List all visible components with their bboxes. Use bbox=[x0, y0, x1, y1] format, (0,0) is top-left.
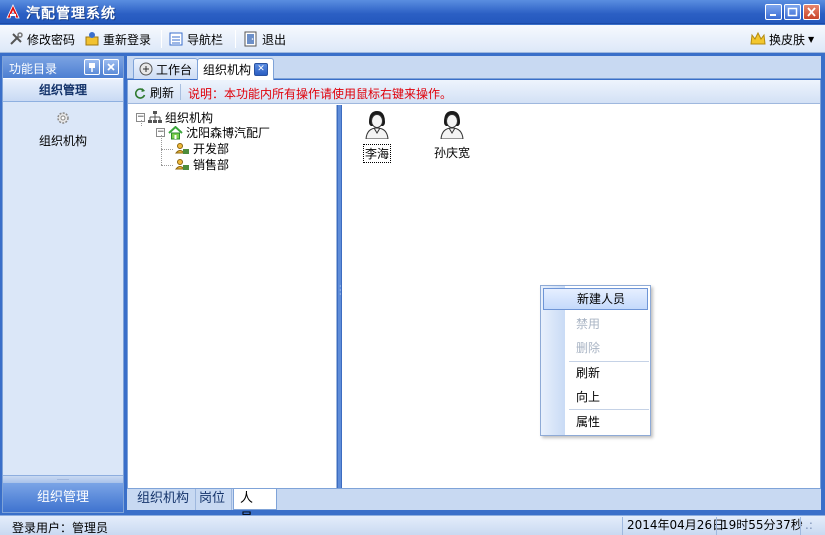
panel-resize-grip[interactable]: …… bbox=[3, 475, 123, 483]
exit-button[interactable]: 退出 bbox=[243, 29, 286, 49]
crown-icon bbox=[750, 31, 766, 45]
chevron-down-icon: ▼ bbox=[808, 34, 815, 44]
maximize-button[interactable] bbox=[784, 4, 801, 20]
tab-people[interactable]: 人员 bbox=[233, 489, 277, 526]
department-icon bbox=[175, 158, 189, 170]
tree-connector bbox=[141, 120, 142, 126]
bottom-tabs: 组织机构 岗位 人员 bbox=[127, 488, 821, 526]
toolbar-separator bbox=[235, 30, 236, 48]
tab-workbench[interactable]: 工作台 bbox=[133, 58, 199, 79]
menu-item-up[interactable]: 向上 bbox=[543, 386, 648, 408]
close-icon bbox=[107, 63, 115, 71]
minimize-icon bbox=[770, 14, 776, 16]
workbench-icon bbox=[139, 62, 153, 76]
person-item[interactable]: 孙庆宽 bbox=[428, 109, 476, 161]
navbar-button[interactable]: 导航栏 bbox=[168, 29, 223, 49]
tools-icon bbox=[10, 32, 23, 45]
app-logo-icon bbox=[6, 4, 20, 19]
window-title: 汽配管理系统 bbox=[26, 6, 116, 22]
department-icon bbox=[175, 142, 189, 154]
close-button[interactable] bbox=[803, 4, 820, 20]
org-structure-content: 刷新 说明：本功能内所有操作请使用鼠标右键来操作。 − 组织机构 − 沈阳森博汽… bbox=[127, 80, 821, 509]
maximize-icon bbox=[787, 7, 798, 17]
pin-icon bbox=[89, 63, 95, 72]
panel-close-button[interactable] bbox=[103, 59, 119, 75]
user-login-icon bbox=[85, 32, 99, 46]
refresh-button[interactable]: 刷新 bbox=[133, 84, 174, 101]
menu-item-new-person[interactable]: 新建人员 bbox=[543, 288, 648, 310]
tree-connector bbox=[161, 149, 173, 150]
sidebar-item-label: 组织机构 bbox=[38, 134, 87, 148]
sidebar-item-org-structure[interactable]: 组织机构 bbox=[3, 109, 123, 149]
pin-button[interactable] bbox=[84, 59, 100, 75]
person-avatar-icon bbox=[365, 111, 389, 140]
person-name: 李海 bbox=[362, 144, 391, 163]
document-tabs: 工作台 组织机构 ✕ bbox=[127, 56, 821, 80]
tab-close-icon[interactable]: ✕ bbox=[254, 63, 269, 76]
change-password-button[interactable]: 修改密码 bbox=[8, 29, 75, 49]
pane-splitter[interactable]: · · · bbox=[337, 105, 342, 488]
command-separator bbox=[180, 84, 181, 100]
status-time: 19时55分37秒 bbox=[716, 517, 807, 535]
org-tree: − 组织机构 − 沈阳森博汽配厂 开发部 销售部 bbox=[128, 105, 337, 488]
tree-connector bbox=[161, 165, 173, 166]
nav-group-org-management[interactable]: 组织管理 bbox=[3, 483, 123, 512]
tree-node-company[interactable]: − 沈阳森博汽配厂 bbox=[156, 124, 270, 141]
tab-org-structure[interactable]: 组织机构 ✕ bbox=[197, 58, 275, 80]
command-bar: 刷新 说明：本功能内所有操作请使用鼠标右键来操作。 bbox=[128, 80, 820, 104]
usage-note: 说明：本功能内所有操作请使用鼠标右键来操作。 bbox=[188, 87, 453, 101]
close-icon bbox=[807, 7, 816, 17]
status-date: 2014年04月26日 bbox=[622, 517, 728, 535]
context-menu: 新建人员 禁用 删除 刷新 向上 属性 bbox=[540, 285, 651, 436]
minimize-button[interactable] bbox=[765, 4, 782, 20]
gear-icon bbox=[57, 112, 69, 124]
function-directory-header: 功能目录 bbox=[3, 57, 123, 78]
menu-item-disable[interactable]: 禁用 bbox=[543, 313, 648, 335]
person-name: 孙庆宽 bbox=[433, 146, 470, 160]
person-item[interactable]: 李海 bbox=[357, 109, 397, 163]
splitter-grip: · · · bbox=[339, 282, 342, 299]
menu-separator bbox=[569, 409, 649, 410]
list-icon bbox=[169, 32, 183, 46]
exit-door-icon bbox=[244, 31, 257, 47]
tree-node-department[interactable]: 开发部 bbox=[175, 140, 229, 157]
logged-in-user: 登录用户：管理员 bbox=[12, 521, 109, 535]
resize-grip-icon[interactable]: .: bbox=[800, 517, 825, 535]
section-org-management[interactable]: 组织管理 bbox=[3, 78, 123, 102]
status-bar: 登录用户：管理员 2014年04月26日 19时55分37秒 .: bbox=[0, 515, 825, 535]
tree-node-department[interactable]: 销售部 bbox=[175, 156, 229, 173]
window-titlebar: 汽配管理系统 bbox=[0, 0, 825, 24]
home-icon bbox=[168, 125, 183, 139]
main-toolbar: 修改密码 重新登录 导航栏 退出 换皮肤 ▼ bbox=[0, 25, 825, 53]
tree-connector bbox=[161, 135, 162, 165]
change-skin-button[interactable]: 换皮肤 ▼ bbox=[750, 29, 814, 49]
menu-item-properties[interactable]: 属性 bbox=[543, 411, 648, 433]
function-directory-panel: 功能目录 组织管理 组织机构 …… 组织管理 bbox=[2, 56, 124, 513]
tab-positions[interactable]: 岗位 bbox=[193, 489, 233, 510]
org-chart-icon bbox=[148, 111, 162, 123]
menu-item-refresh[interactable]: 刷新 bbox=[543, 362, 648, 384]
person-avatar-icon bbox=[440, 111, 464, 140]
refresh-icon bbox=[134, 87, 146, 99]
menu-item-delete[interactable]: 删除 bbox=[543, 337, 648, 359]
relogin-button[interactable]: 重新登录 bbox=[84, 29, 151, 49]
toolbar-separator bbox=[161, 30, 162, 48]
tab-org-structure-bottom[interactable]: 组织机构 bbox=[131, 489, 197, 510]
